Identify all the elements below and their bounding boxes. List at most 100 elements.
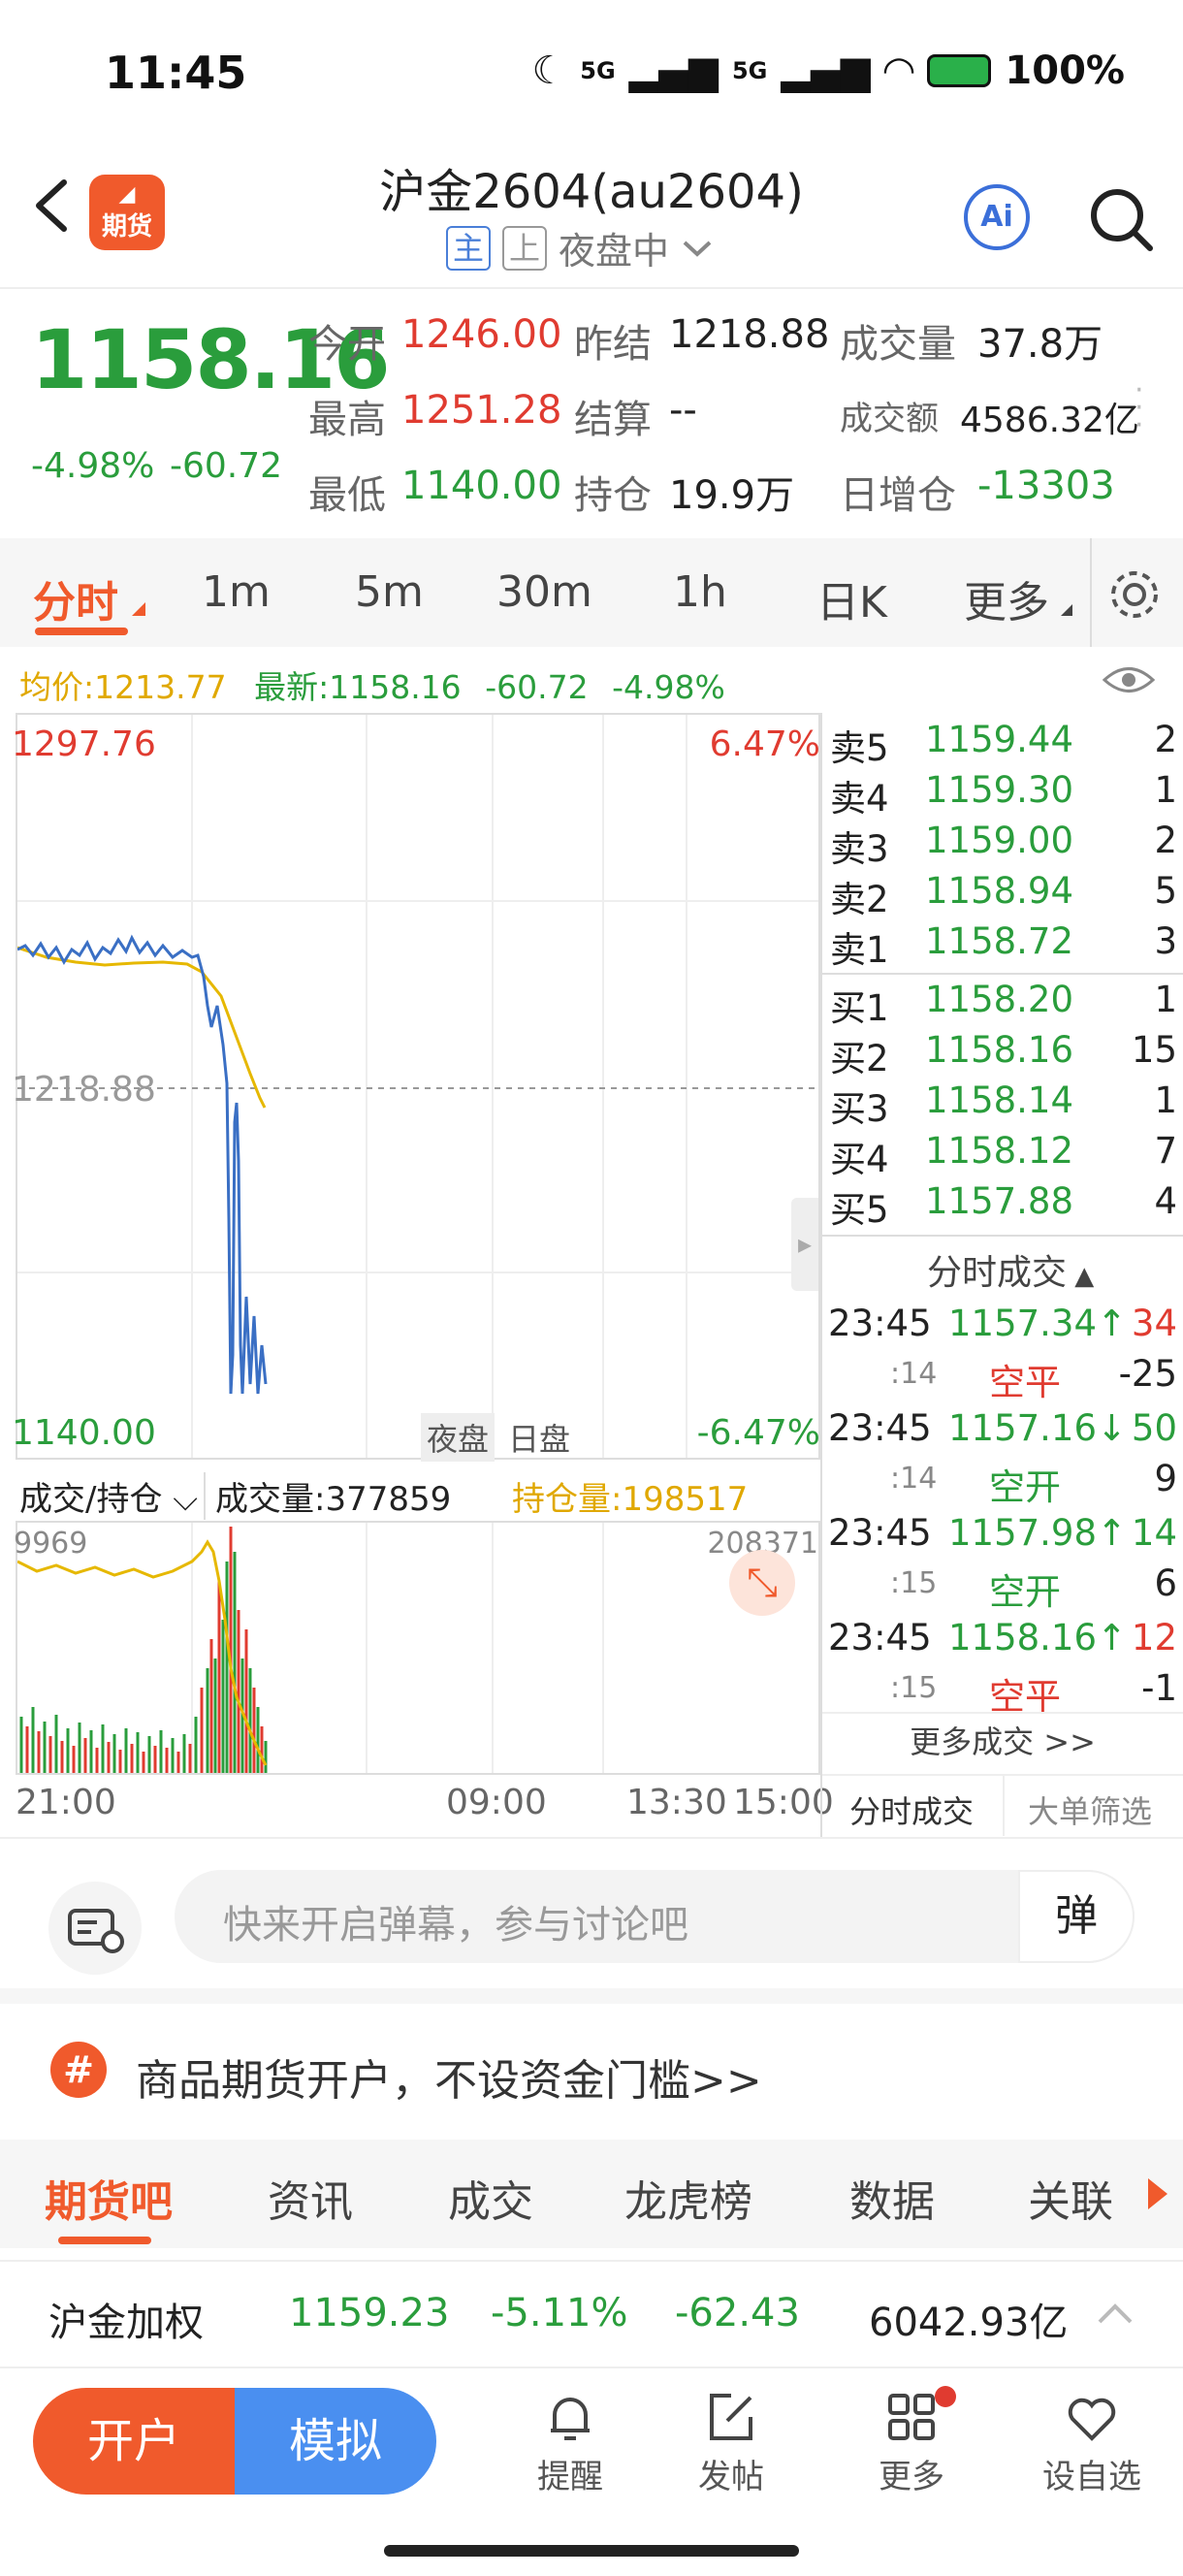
- panel-divider: [820, 713, 822, 1838]
- nav-watchlist[interactable]: 设自选: [1034, 2388, 1150, 2497]
- volume-selector[interactable]: 成交/持仓 ⌵: [19, 1472, 207, 1520]
- tab-leaderboard[interactable]: 龙虎榜: [624, 2167, 752, 2229]
- trade-oi: -1: [1141, 1667, 1177, 1709]
- tab-5m[interactable]: 5m: [355, 567, 424, 617]
- open-account-button[interactable]: 开户: [33, 2388, 235, 2495]
- nav-more-label: 更多: [879, 2458, 944, 2496]
- volume-chart[interactable]: 9969 208371 ⤡: [14, 1521, 820, 1775]
- ask-label: 卖5: [830, 727, 889, 769]
- nav-more[interactable]: 更多: [853, 2386, 970, 2497]
- tab-large-orders[interactable]: 大单筛选: [1028, 1787, 1152, 1832]
- ask-row-5[interactable]: 卖5 1159.44 2: [822, 719, 1183, 769]
- edit-icon: [710, 2394, 752, 2440]
- intraday-chart[interactable]: 1297.76 1218.88 1140.00 6.47% -6.47% 夜盘 …: [12, 713, 820, 1462]
- danmu-input[interactable]: 快来开启弹幕，参与讨论吧 弹: [175, 1870, 1135, 1963]
- nav-remind[interactable]: 提醒: [512, 2388, 628, 2497]
- more-corner-icon: [1061, 604, 1072, 616]
- index-percent: -5.11%: [491, 2291, 628, 2335]
- open-interest-value: 19.9万: [669, 473, 795, 518]
- expand-handle-icon[interactable]: ▸: [791, 1198, 818, 1291]
- nav-remind-label: 提醒: [537, 2458, 603, 2496]
- scroll-right-icon[interactable]: [1148, 2178, 1167, 2209]
- settings-gear-icon[interactable]: [1107, 567, 1162, 622]
- tab-intraday[interactable]: 分时: [33, 567, 118, 629]
- bid-volume: 1: [1154, 1079, 1177, 1121]
- tab-data[interactable]: 数据: [849, 2167, 935, 2229]
- trade-oi: 9: [1154, 1458, 1177, 1499]
- book-divider: [822, 973, 1183, 975]
- tab-1h[interactable]: 1h: [673, 567, 727, 617]
- tab-30m[interactable]: 30m: [496, 567, 592, 617]
- ask-row-2[interactable]: 卖2 1158.94 5: [822, 870, 1183, 920]
- signal-bars-icon: ▂▄▆: [628, 48, 719, 93]
- turnover-value: 4586.32亿: [960, 401, 1139, 440]
- price-line: [17, 934, 268, 1395]
- ask-row-4[interactable]: 卖4 1159.30 1: [822, 769, 1183, 820]
- simulate-button[interactable]: 模拟: [235, 2388, 436, 2495]
- ask-price: 1158.94: [925, 870, 1074, 912]
- bid-row-5[interactable]: 买5 1157.88 4: [822, 1180, 1183, 1231]
- tab-intraday-trades[interactable]: 分时成交: [849, 1787, 974, 1832]
- eye-icon[interactable]: [1102, 663, 1156, 696]
- trade-time: 23:45: [828, 1512, 932, 1554]
- tab-related[interactable]: 关联: [1028, 2167, 1113, 2229]
- bid-label: 买5: [830, 1189, 889, 1231]
- volume-header: 成交/持仓 ⌵ 成交量:377859 持仓量:198517: [16, 1465, 820, 1521]
- tab-more[interactable]: 更多: [964, 567, 1049, 629]
- open-interest-line: [17, 1539, 268, 1766]
- avg-price: 均价:1213.77: [19, 668, 227, 706]
- tab-news[interactable]: 资讯: [268, 2167, 353, 2229]
- bell-icon: [551, 2398, 590, 2440]
- low-label: 最低: [308, 473, 386, 518]
- danmu-settings-button[interactable]: [48, 1882, 142, 1975]
- index-divider: [0, 2260, 1183, 2262]
- weighted-index-row[interactable]: 沪金加权 1159.23 -5.11% -62.43 6042.93亿: [0, 2260, 1183, 2367]
- ask-volume: 1: [1154, 769, 1177, 811]
- trade-price: 1157.16↓: [948, 1407, 1128, 1449]
- tab-1m[interactable]: 1m: [202, 567, 271, 617]
- search-icon[interactable]: [1086, 184, 1156, 254]
- ai-assistant-button[interactable]: Ai: [964, 184, 1030, 250]
- chevron-down-icon: [683, 241, 712, 257]
- bid-row-3[interactable]: 买3 1158.14 1: [822, 1079, 1183, 1130]
- trade-type: 空开: [989, 1571, 1061, 1613]
- danmu-toggle-button[interactable]: 弹: [1018, 1870, 1135, 1963]
- night-session-label: 夜盘: [421, 1413, 496, 1462]
- chevron-down-icon: ⌵: [162, 1480, 199, 1519]
- chevron-up-icon[interactable]: [1096, 2302, 1135, 2326]
- ask-row-3[interactable]: 卖3 1159.00 2: [822, 820, 1183, 870]
- trades-tab-sep: [1003, 1776, 1005, 1836]
- content-tabs: 期货吧 资讯 成交 龙虎榜 数据 关联: [0, 2140, 1183, 2248]
- pct-axis-high: 6.47%: [709, 724, 820, 764]
- oi-total: 持仓量:198517: [512, 1480, 749, 1519]
- trades-header[interactable]: 分时成交 ▲: [927, 1244, 1094, 1295]
- ask-volume: 5: [1154, 870, 1177, 912]
- more-trades-link[interactable]: 更多成交 >>: [822, 1718, 1183, 1762]
- battery-icon: [927, 54, 992, 87]
- main-contract-tag: 主: [446, 225, 491, 271]
- tab-futures-bar[interactable]: 期货吧: [45, 2167, 173, 2229]
- day-session-label: 日盘: [508, 1421, 571, 1458]
- trade-price: 1157.98↑: [948, 1512, 1128, 1554]
- tab-daily[interactable]: 日K: [816, 567, 887, 629]
- ask-row-1[interactable]: 卖1 1158.72 3: [822, 920, 1183, 971]
- promo-banner[interactable]: # 商品期货开户，不设资金门槛>>: [0, 2003, 1183, 2139]
- prev-settle-value: 1218.88: [669, 312, 830, 357]
- index-name: 沪金加权: [48, 2301, 204, 2345]
- heart-icon: [1068, 2398, 1116, 2441]
- bid-row-2[interactable]: 买2 1158.16 15: [822, 1029, 1183, 1079]
- avg-price-bar: 均价:1213.77 最新:1158.16 -60.72 -4.98%: [19, 661, 725, 708]
- bid-row-1[interactable]: 买1 1158.20 1: [822, 979, 1183, 1029]
- tab-trades[interactable]: 成交: [448, 2167, 533, 2229]
- time-axis-t3: 13:30: [626, 1783, 727, 1822]
- trade-volume: 50: [1131, 1407, 1177, 1449]
- trade-time: 23:45: [828, 1303, 932, 1344]
- bid-row-4[interactable]: 买4 1158.12 7: [822, 1130, 1183, 1180]
- section-gap: [0, 1988, 1183, 2004]
- session-selector[interactable]: 主 上 夜盘中: [446, 221, 714, 274]
- more-dots-icon[interactable]: · · ·: [1135, 376, 1144, 440]
- prev-settle-label: 昨结: [574, 322, 652, 367]
- ask-price: 1158.72: [925, 920, 1074, 962]
- nav-post[interactable]: 发帖: [673, 2388, 789, 2497]
- fullscreen-expand-icon[interactable]: ⤡: [729, 1550, 795, 1616]
